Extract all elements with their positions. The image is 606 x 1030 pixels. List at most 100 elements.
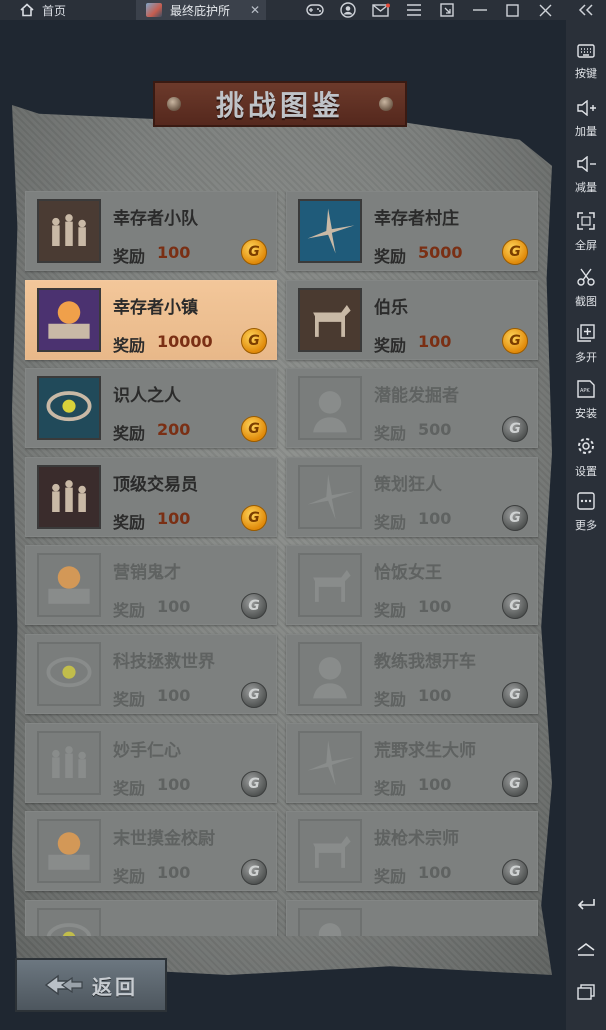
challenge-card[interactable]: 荒野求生大师 奖励 100 G bbox=[286, 723, 538, 803]
challenge-badge-icon bbox=[298, 553, 362, 617]
challenge-badge-icon bbox=[37, 642, 101, 706]
challenge-name: 幸存者村庄 bbox=[374, 209, 459, 229]
account-icon[interactable] bbox=[331, 0, 364, 20]
gold-coin-icon[interactable]: G bbox=[502, 505, 528, 531]
gold-coin-icon[interactable]: G bbox=[241, 771, 267, 797]
gold-coin-icon[interactable]: G bbox=[241, 505, 267, 531]
gold-coin-icon[interactable]: G bbox=[502, 859, 528, 885]
sidebar-button-settings-gear[interactable]: 设置 bbox=[566, 432, 606, 482]
back-arrow-icon bbox=[44, 974, 83, 996]
challenge-badge-icon bbox=[37, 376, 101, 440]
challenge-badge-icon bbox=[298, 642, 362, 706]
challenge-grid[interactable]: 幸存者小队 奖励 100 G 幸存者村庄 奖励 5000 G 幸存者小镇 奖励 10000 G 伯乐 奖励… bbox=[25, 191, 545, 936]
gold-coin-icon[interactable]: G bbox=[502, 239, 528, 265]
sidebar-button-volume-up[interactable]: 加量 bbox=[566, 96, 606, 146]
maximize-icon[interactable] bbox=[496, 0, 529, 20]
challenge-name: 识人之人 bbox=[113, 386, 181, 406]
sidebar-label: 多开 bbox=[575, 351, 597, 364]
challenge-badge-icon bbox=[298, 908, 362, 936]
back-button[interactable]: 返回 bbox=[15, 958, 167, 1012]
challenge-name: 科技拯救世界 bbox=[113, 652, 215, 672]
challenge-badge-icon bbox=[37, 465, 101, 529]
challenge-name: 恰饭女王 bbox=[374, 563, 442, 583]
challenge-card[interactable]: 伯乐 奖励 100 G bbox=[286, 280, 538, 360]
challenge-card[interactable]: 识人之人 奖励 200 G bbox=[25, 368, 277, 448]
challenge-card[interactable]: 营销鬼才 奖励 100 G bbox=[25, 545, 277, 625]
gold-coin-icon[interactable]: G bbox=[241, 682, 267, 708]
back-nav-icon[interactable] bbox=[566, 892, 606, 916]
challenge-card[interactable]: 教练我想开车 奖励 100 G bbox=[286, 634, 538, 714]
challenge-name: 顶级交易员 bbox=[113, 475, 198, 495]
challenge-card[interactable]: 策划狂人 奖励 100 G bbox=[286, 457, 538, 537]
minimize-icon[interactable] bbox=[463, 0, 496, 20]
sidebar-button-multi-instance[interactable]: 多开 bbox=[566, 320, 606, 370]
apk-install-icon: APK bbox=[577, 376, 595, 402]
challenge-card[interactable]: 恰饭女王 奖励 100 G bbox=[286, 545, 538, 625]
collapse-sidebar-icon[interactable] bbox=[566, 0, 606, 20]
gamepad-icon[interactable] bbox=[298, 0, 331, 20]
reward-value: 100 bbox=[157, 597, 191, 616]
challenge-card[interactable]: 幸存者小镇 奖励 10000 G bbox=[25, 280, 277, 360]
sidebar-button-volume-down[interactable]: 减量 bbox=[566, 152, 606, 202]
challenge-badge-icon bbox=[37, 288, 101, 352]
sidebar-button-more[interactable]: 更多 bbox=[566, 488, 606, 538]
reward-label: 奖励 bbox=[113, 867, 146, 886]
nail-icon bbox=[379, 97, 393, 111]
gold-coin-icon[interactable]: G bbox=[502, 593, 528, 619]
reward-value: 100 bbox=[418, 686, 452, 705]
sidebar-button-apk-install[interactable]: APK 安装 bbox=[566, 376, 606, 426]
sidebar-label: 减量 bbox=[575, 181, 597, 194]
tab-game[interactable]: 最终庇护所 ✕ bbox=[136, 0, 266, 20]
reward-label: 奖励 bbox=[374, 247, 407, 266]
emulator-sidebar: 按键加量减量全屏截图多开 APK 安装设置更多 bbox=[566, 20, 606, 1030]
gold-coin-icon[interactable]: G bbox=[241, 416, 267, 442]
close-tab-icon[interactable]: ✕ bbox=[250, 3, 260, 17]
sidebar-button-fullscreen[interactable]: 全屏 bbox=[566, 208, 606, 258]
close-window-icon[interactable] bbox=[529, 0, 562, 20]
challenge-name: 潜能发掘者 bbox=[374, 386, 459, 406]
challenge-card[interactable] bbox=[25, 900, 277, 936]
recent-apps-icon[interactable] bbox=[566, 980, 606, 1004]
reward-label: 奖励 bbox=[374, 779, 407, 798]
challenge-badge-icon bbox=[37, 908, 101, 936]
challenge-name: 妙手仁心 bbox=[113, 741, 181, 761]
tab-home[interactable]: 首页 bbox=[0, 0, 135, 20]
gold-coin-icon[interactable]: G bbox=[241, 239, 267, 265]
pin-window-icon[interactable] bbox=[430, 0, 463, 20]
volume-up-icon bbox=[576, 96, 596, 120]
challenge-card[interactable]: 拔枪术宗师 奖励 100 G bbox=[286, 811, 538, 891]
challenge-badge-icon bbox=[298, 199, 362, 263]
challenge-card[interactable] bbox=[286, 900, 538, 936]
challenge-card[interactable]: 顶级交易员 奖励 100 G bbox=[25, 457, 277, 537]
sidebar-button-keyboard[interactable]: 按键 bbox=[566, 40, 606, 90]
menu-icon[interactable] bbox=[397, 0, 430, 20]
challenge-name: 末世摸金校尉 bbox=[113, 829, 215, 849]
reward-value: 100 bbox=[418, 863, 452, 882]
gold-coin-icon[interactable]: G bbox=[502, 682, 528, 708]
gold-coin-icon[interactable]: G bbox=[241, 593, 267, 619]
challenge-badge-icon bbox=[37, 731, 101, 795]
gold-coin-icon[interactable]: G bbox=[241, 859, 267, 885]
mail-icon[interactable] bbox=[364, 0, 397, 20]
reward-label: 奖励 bbox=[113, 336, 146, 355]
sidebar-button-scissors[interactable]: 截图 bbox=[566, 264, 606, 314]
nail-icon bbox=[167, 97, 181, 111]
gold-coin-icon[interactable]: G bbox=[241, 328, 267, 354]
challenge-card[interactable]: 幸存者村庄 奖励 5000 G bbox=[286, 191, 538, 271]
challenge-card[interactable]: 科技拯救世界 奖励 100 G bbox=[25, 634, 277, 714]
challenge-card[interactable]: 潜能发掘者 奖励 500 G bbox=[286, 368, 538, 448]
gold-coin-icon[interactable]: G bbox=[502, 328, 528, 354]
gold-coin-icon[interactable]: G bbox=[502, 771, 528, 797]
challenge-card[interactable]: 末世摸金校尉 奖励 100 G bbox=[25, 811, 277, 891]
reward-label: 奖励 bbox=[113, 601, 146, 620]
gold-coin-icon[interactable]: G bbox=[502, 416, 528, 442]
challenge-card[interactable]: 妙手仁心 奖励 100 G bbox=[25, 723, 277, 803]
svg-text:APK: APK bbox=[580, 388, 590, 394]
reward-value: 100 bbox=[418, 509, 452, 528]
challenge-name: 幸存者小队 bbox=[113, 209, 198, 229]
home-nav-icon[interactable] bbox=[566, 937, 606, 961]
reward-label: 奖励 bbox=[374, 513, 407, 532]
reward-label: 奖励 bbox=[113, 513, 146, 532]
sidebar-label: 更多 bbox=[575, 519, 597, 532]
challenge-card[interactable]: 幸存者小队 奖励 100 G bbox=[25, 191, 277, 271]
